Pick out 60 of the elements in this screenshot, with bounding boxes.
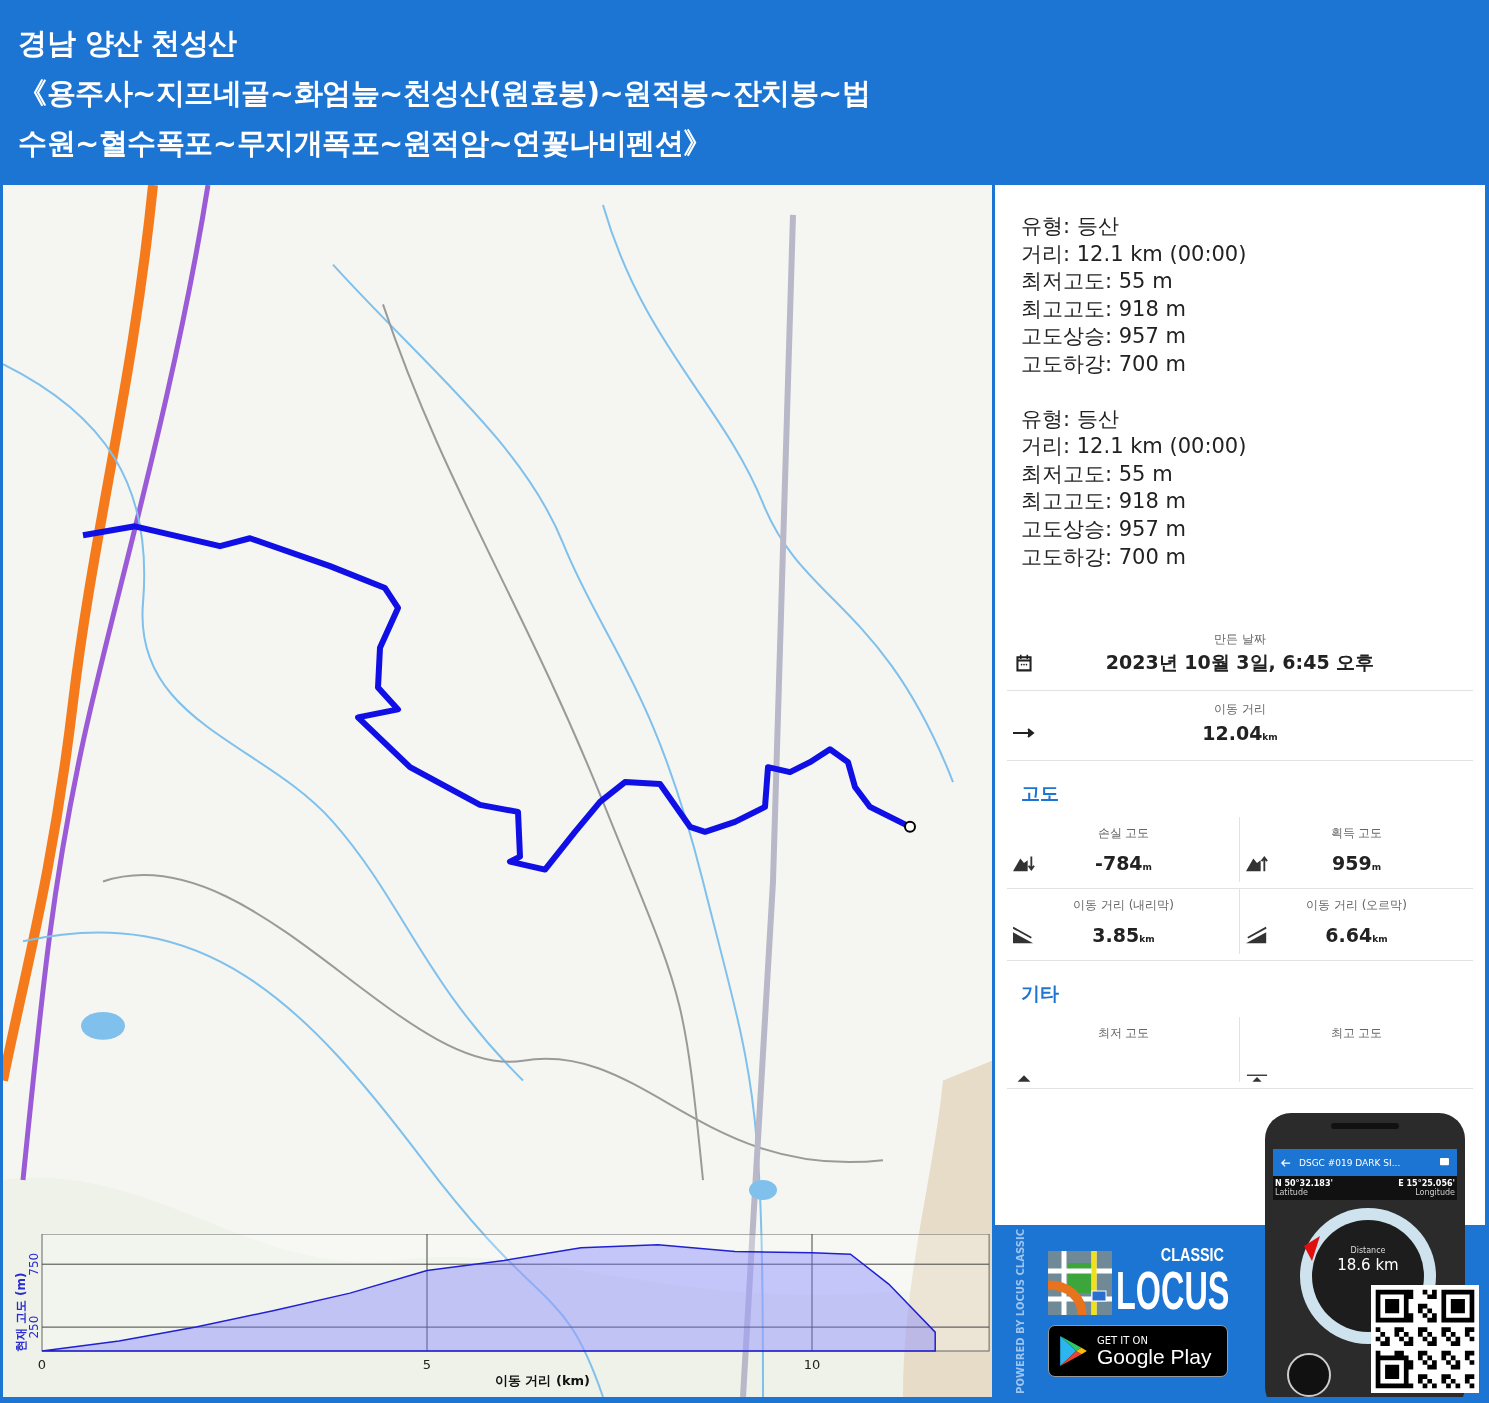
track-stat: 고도상승: 957 m: [1021, 515, 1187, 543]
track-stat: 최저고도: 55 m: [1021, 268, 1174, 296]
distance-value: 18.6 km: [1336, 1256, 1400, 1274]
map-tile-icon: [1048, 1251, 1112, 1315]
track-stat: 고도하강: 700 m: [1021, 350, 1187, 378]
track-stat: 고도상승: 957 m: [1021, 323, 1187, 351]
axis-tick-label: 5: [422, 1357, 432, 1372]
stat-label: 이동 거리 (오르막): [1305, 897, 1408, 915]
section-heading: 기타: [1020, 981, 1060, 1007]
page-title: 경남 양산 천성산: [18, 25, 238, 62]
axis-tick-label: 750: [27, 1252, 41, 1276]
detail-label: 만든 날짜: [1213, 631, 1267, 649]
section-heading: 고도: [1020, 781, 1060, 807]
stat-value: 959m: [1331, 852, 1382, 875]
calendar-icon: [1013, 654, 1035, 673]
stat-label: 최고 고도: [1329, 1025, 1384, 1043]
slope-down-icon: [1013, 926, 1035, 945]
track-stat: 최저고도: 55 m: [1021, 460, 1174, 488]
slope-up-icon: [1246, 926, 1268, 945]
page-title: 수원~혈수폭포~무지개폭포~원적암~연꽃나비펜션》: [18, 125, 713, 162]
track-stat: 유형: 등산: [1021, 213, 1120, 240]
track-stat: 거리: 12.1 km (00:00): [1021, 433, 1248, 461]
powered-by-text: POWERED BY LOCUS CLASSIC: [1015, 1228, 1026, 1394]
axis-tick-label: 10: [803, 1357, 821, 1372]
track-stat: 거리: 12.1 km (00:00): [1021, 240, 1248, 268]
detail-value: 2023년 10월 3일, 6:45 오후: [1105, 650, 1375, 676]
mountain-down-icon: [1013, 854, 1035, 873]
level-icon: [1287, 1353, 1331, 1397]
logo-text: LOCUS: [1116, 1265, 1230, 1315]
track-stat: 유형: 등산: [1021, 405, 1120, 433]
play-icon: [1059, 1335, 1087, 1367]
track-stat: 최고고도: 918 m: [1021, 488, 1187, 516]
axis-title: 현재 고도 (m): [14, 1272, 28, 1353]
phone-app-title: DSGC #019 DARK SI...: [1299, 1157, 1402, 1168]
mountain-up-icon: [1246, 854, 1268, 873]
peak-line-icon: [1246, 1074, 1268, 1083]
axis-tick-label: 250: [27, 1315, 41, 1339]
track-stat: 고도하강: 700 m: [1021, 543, 1187, 571]
stat-label: 이동 거리 (내리막): [1072, 897, 1175, 915]
longitude-label: Longitude: [1414, 1188, 1455, 1197]
track-stat: 최고고도: 918 m: [1021, 295, 1187, 323]
latitude-value: N 50°32.183': [1275, 1179, 1333, 1188]
stat-value: -784m: [1095, 852, 1152, 875]
stat-label: 획득 고도: [1329, 825, 1384, 843]
stat-value: 3.85 km: [1092, 924, 1155, 947]
stat-label: 손실 고도: [1096, 825, 1151, 843]
page-title: 《용주사~지프네골~화엄늪~천성산(원효봉)~원적봉~잔치봉~법: [18, 75, 872, 112]
axis-tick-label: 0: [37, 1357, 47, 1372]
distance-label: Distance: [1349, 1246, 1387, 1255]
stat-value: 6.64km: [1325, 924, 1388, 947]
axis-title: 이동 거리 (km): [494, 1373, 591, 1388]
pin-icon: [1440, 1158, 1449, 1167]
stat-label: 최저 고도: [1096, 1025, 1151, 1043]
back-icon: [1281, 1157, 1291, 1168]
google-play-button[interactable]: GET IT ON Google Play: [1048, 1325, 1228, 1377]
detail-label: 이동 거리: [1213, 701, 1267, 719]
logo-text: CLASSIC: [1160, 1245, 1224, 1265]
detail-value: 12.04km: [1202, 722, 1278, 745]
latitude-label: Latitude: [1275, 1188, 1309, 1197]
longitude-value: E 15°25.056': [1398, 1179, 1455, 1188]
